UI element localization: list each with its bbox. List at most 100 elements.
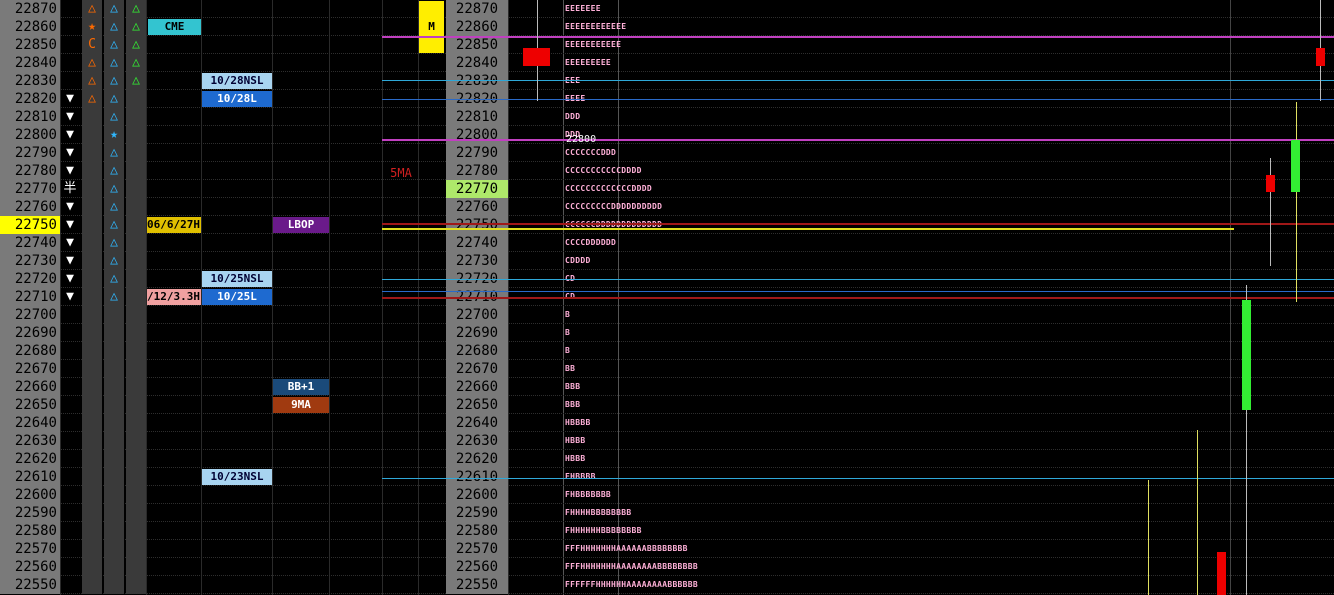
price-label-left[interactable]: 22850 bbox=[0, 36, 60, 54]
price-label-left[interactable]: 22770 bbox=[0, 180, 60, 198]
price-label-right[interactable]: 22680 bbox=[446, 342, 508, 360]
price-label-left[interactable]: 22710 bbox=[0, 288, 60, 306]
level-line-magenta bbox=[382, 139, 1334, 141]
price-label-right[interactable]: 22610 bbox=[446, 468, 508, 486]
signal-cell bbox=[126, 288, 146, 306]
price-label-left[interactable]: 22650 bbox=[0, 396, 60, 414]
price-label-right[interactable]: 22730 bbox=[446, 252, 508, 270]
price-label-left[interactable]: 22700 bbox=[0, 306, 60, 324]
triangle-down-icon: ▼ bbox=[66, 127, 74, 142]
tpo-row: HBBBB bbox=[565, 418, 591, 427]
signal-cell bbox=[82, 432, 102, 450]
price-label-left[interactable]: 22640 bbox=[0, 414, 60, 432]
price-label-right[interactable]: 22690 bbox=[446, 324, 508, 342]
price-label-left[interactable]: 22840 bbox=[0, 54, 60, 72]
price-label-right[interactable]: 22670 bbox=[446, 360, 508, 378]
price-label-left[interactable]: 22830 bbox=[0, 72, 60, 90]
price-label-right[interactable]: 22740 bbox=[446, 234, 508, 252]
price-label-left[interactable]: 22820 bbox=[0, 90, 60, 108]
price-label-right[interactable]: 22700 bbox=[446, 306, 508, 324]
price-label-left[interactable]: 22870 bbox=[0, 0, 60, 18]
price-label-left[interactable]: 22620 bbox=[0, 450, 60, 468]
signal-cell bbox=[104, 324, 124, 342]
price-label-right[interactable]: 22600 bbox=[446, 486, 508, 504]
triangle-down-icon: ▼ bbox=[66, 217, 74, 232]
price-label-left[interactable]: 22680 bbox=[0, 342, 60, 360]
cme-tag: CME bbox=[148, 19, 201, 35]
price-label-left[interactable]: 22670 bbox=[0, 360, 60, 378]
price-label-left[interactable]: 22550 bbox=[0, 576, 60, 594]
price-label-left[interactable]: 22600 bbox=[0, 486, 60, 504]
price-label-right[interactable]: 22650 bbox=[446, 396, 508, 414]
price-label-right[interactable]: 22800 bbox=[446, 126, 508, 144]
triangle-up-icon: △ bbox=[88, 1, 96, 16]
price-label-right[interactable]: 22590 bbox=[446, 504, 508, 522]
signal-cell bbox=[126, 162, 146, 180]
price-label-right[interactable]: 22870 bbox=[446, 0, 508, 18]
price-label-left[interactable]: 22860 bbox=[0, 18, 60, 36]
price-label-right[interactable]: 22770 bbox=[446, 180, 508, 198]
price-label-left[interactable]: 22720 bbox=[0, 270, 60, 288]
price-label-right[interactable]: 22760 bbox=[446, 198, 508, 216]
price-label-left[interactable]: 22610 bbox=[0, 468, 60, 486]
signal-cell bbox=[126, 306, 146, 324]
price-label-left[interactable]: 22810 bbox=[0, 108, 60, 126]
price-label-left[interactable]: 22800 bbox=[0, 126, 60, 144]
half-mark: 半 bbox=[63, 181, 77, 196]
ma9-tag: 9MA bbox=[273, 397, 329, 413]
signal-cell bbox=[104, 360, 124, 378]
price-label-right[interactable]: 22580 bbox=[446, 522, 508, 540]
row-divider bbox=[0, 251, 1334, 252]
price-label-right[interactable]: 22630 bbox=[446, 432, 508, 450]
tpo-row: FHBBBBBBB bbox=[565, 490, 612, 499]
price-label-right[interactable]: 22790 bbox=[446, 144, 508, 162]
price-label-left[interactable]: 22790 bbox=[0, 144, 60, 162]
triangle-up-icon: △ bbox=[110, 289, 118, 304]
price-label-right[interactable]: 22780 bbox=[446, 162, 508, 180]
level-line-magenta bbox=[382, 36, 1334, 38]
price-label-right[interactable]: 22550 bbox=[446, 576, 508, 594]
price-label-right[interactable]: 22840 bbox=[446, 54, 508, 72]
price-label-right[interactable]: 22830 bbox=[446, 72, 508, 90]
signal-cell bbox=[126, 504, 146, 522]
price-label-left[interactable]: 22580 bbox=[0, 522, 60, 540]
row-divider bbox=[0, 233, 1334, 234]
price-label-left[interactable]: 22630 bbox=[0, 432, 60, 450]
signal-cell bbox=[126, 486, 146, 504]
signal-cell bbox=[82, 270, 102, 288]
row-divider bbox=[0, 521, 1334, 522]
price-label-left[interactable]: 22740 bbox=[0, 234, 60, 252]
triangle-up-icon: △ bbox=[110, 55, 118, 70]
price-label-right[interactable]: 22640 bbox=[446, 414, 508, 432]
price-label-right[interactable]: 22750 bbox=[446, 216, 508, 234]
price-label-left[interactable]: 22760 bbox=[0, 198, 60, 216]
signal-cell bbox=[126, 198, 146, 216]
price-label-left[interactable]: 22780 bbox=[0, 162, 60, 180]
price-label-left[interactable]: 22750 bbox=[0, 216, 60, 234]
price-label-right[interactable]: 22660 bbox=[446, 378, 508, 396]
signal-cell bbox=[126, 450, 146, 468]
price-label-left[interactable]: 22690 bbox=[0, 324, 60, 342]
row-divider bbox=[0, 179, 1334, 180]
price-label-right[interactable]: 22860 bbox=[446, 18, 508, 36]
price-label-right[interactable]: 22810 bbox=[446, 108, 508, 126]
price-label-left[interactable]: 22730 bbox=[0, 252, 60, 270]
price-label-left[interactable]: 22590 bbox=[0, 504, 60, 522]
price-label-right[interactable]: 22570 bbox=[446, 540, 508, 558]
price-label-right[interactable]: 22620 bbox=[446, 450, 508, 468]
signal-cell bbox=[82, 198, 102, 216]
row-divider bbox=[0, 53, 1334, 54]
signal-cell bbox=[82, 558, 102, 576]
level-line-cyan bbox=[382, 80, 1334, 81]
level-line-cyan bbox=[382, 478, 1334, 479]
triangle-down-icon: ▼ bbox=[66, 109, 74, 124]
signal-cell bbox=[104, 450, 124, 468]
signal-cell bbox=[126, 108, 146, 126]
price-label-left[interactable]: 22570 bbox=[0, 540, 60, 558]
signal-cell bbox=[104, 540, 124, 558]
price-label-right[interactable]: 22560 bbox=[446, 558, 508, 576]
price-label-left[interactable]: 22660 bbox=[0, 378, 60, 396]
signal-cell bbox=[82, 342, 102, 360]
price-label-right[interactable]: 22850 bbox=[446, 36, 508, 54]
price-label-left[interactable]: 22560 bbox=[0, 558, 60, 576]
